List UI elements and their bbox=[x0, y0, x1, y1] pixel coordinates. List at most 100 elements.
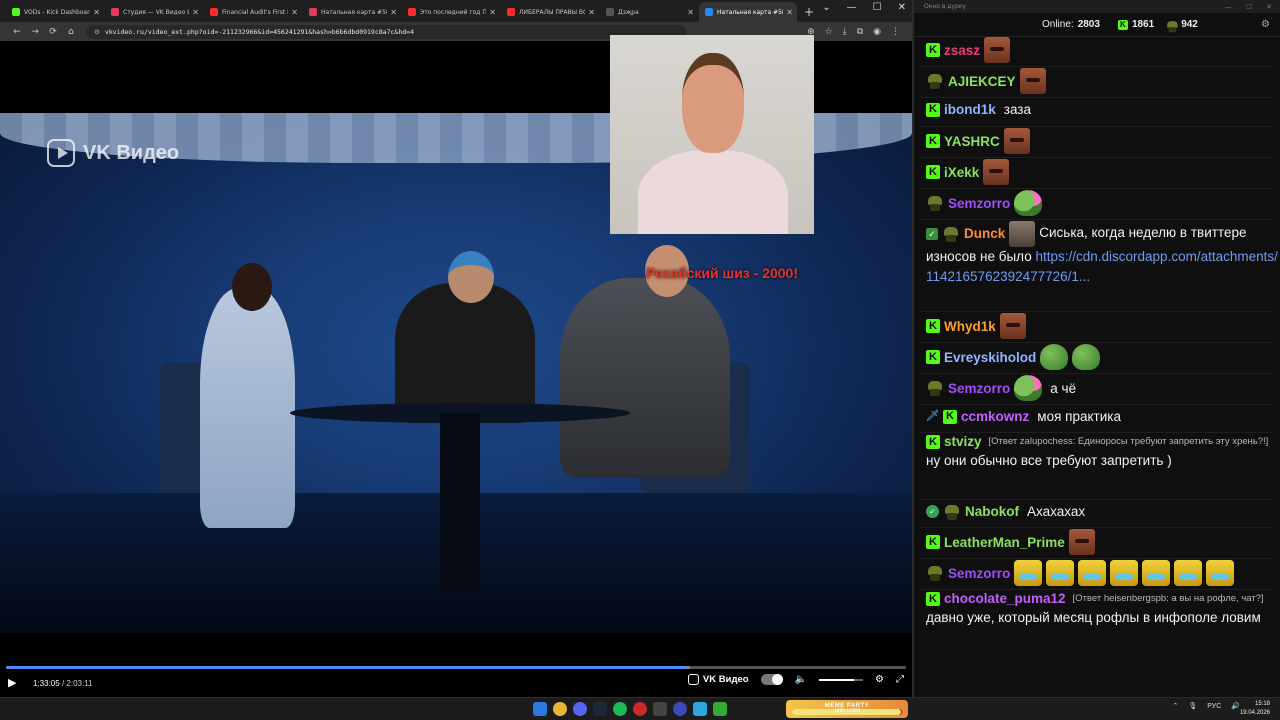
chat-username[interactable]: chocolate_puma12 bbox=[944, 591, 1066, 607]
host-center-head bbox=[448, 251, 494, 303]
browser-tab[interactable]: Студия — VK Видео Live✕ bbox=[105, 2, 203, 22]
verified-badge-icon: ✓ bbox=[926, 505, 939, 518]
forward-icon[interactable]: → bbox=[26, 27, 44, 37]
app2-icon[interactable] bbox=[713, 702, 727, 716]
webcam-body bbox=[638, 150, 788, 234]
browser-tab[interactable]: Дзҗра ✕ bbox=[600, 2, 698, 22]
steam-icon[interactable] bbox=[593, 702, 607, 716]
chat-divider bbox=[920, 499, 1274, 500]
fullscreen-icon[interactable]: ⤢ bbox=[896, 674, 904, 685]
chat-username[interactable]: Nabokof bbox=[965, 501, 1019, 522]
chat-reply-quote: [Ответ heisenbergspb: а вы на рофле, чат… bbox=[1072, 593, 1264, 604]
chat-username[interactable]: AJIEKCEY bbox=[948, 71, 1016, 92]
pepe-badge-icon bbox=[926, 564, 944, 582]
obs-icon[interactable] bbox=[653, 702, 667, 716]
close-icon[interactable]: ✕ bbox=[898, 2, 906, 13]
emote-laugh-icon bbox=[1014, 560, 1043, 586]
browser-tab[interactable]: Натальная карта #58 | ✕ bbox=[303, 2, 401, 22]
chat-username[interactable]: Semzorro bbox=[948, 193, 1010, 214]
chat-username[interactable]: YASHRC bbox=[944, 131, 1000, 152]
emote-man-icon bbox=[1009, 221, 1036, 247]
tab-title: Это последний год Пу bbox=[420, 8, 487, 16]
discord-icon[interactable] bbox=[573, 702, 587, 716]
chat-username[interactable]: Whyd1k bbox=[944, 316, 996, 337]
volume-slider[interactable] bbox=[819, 678, 864, 681]
chat-username[interactable]: Semzorro bbox=[948, 563, 1010, 584]
tray-chevron-icon[interactable]: ⌃ bbox=[1172, 702, 1178, 710]
app-icon[interactable] bbox=[633, 702, 647, 716]
address-bar[interactable]: ⚙ vkvideo.ru/video_ext.php?oid=-21123296… bbox=[86, 24, 686, 39]
tab-close-icon[interactable]: ✕ bbox=[93, 8, 100, 17]
chat-username[interactable]: stvizy bbox=[944, 434, 982, 450]
home-icon[interactable]: ⌂ bbox=[62, 27, 80, 37]
tab-search-icon[interactable]: ⌄ bbox=[822, 2, 830, 13]
tab-close-icon[interactable]: ✕ bbox=[390, 8, 397, 17]
moderator-sword-icon: 🗡 bbox=[925, 410, 940, 422]
extensions-icon[interactable]: ⧉ bbox=[857, 27, 863, 37]
language-indicator[interactable]: РУС bbox=[1207, 703, 1221, 710]
chat-username[interactable]: LeatherMan_Prime bbox=[944, 532, 1065, 553]
maximize-icon[interactable]: ☐ bbox=[1246, 3, 1252, 11]
browser-tab[interactable]: Financial Audit's First F ✕ bbox=[204, 2, 302, 22]
bookmark-star-icon[interactable]: ☆ bbox=[825, 27, 833, 37]
tab-close-icon[interactable]: ✕ bbox=[687, 8, 694, 17]
volume-icon[interactable]: 🔈 bbox=[795, 674, 807, 685]
vk-brand-label: VK Видео bbox=[702, 674, 749, 685]
minimize-icon[interactable]: — bbox=[847, 2, 857, 13]
progress-bar[interactable] bbox=[6, 666, 906, 669]
chat-username[interactable]: ibond1k bbox=[944, 99, 996, 120]
tab-close-icon[interactable]: ✕ bbox=[786, 8, 793, 17]
player-icon[interactable] bbox=[673, 702, 687, 716]
chrome-icon[interactable] bbox=[553, 702, 567, 716]
tab-close-icon[interactable]: ✕ bbox=[291, 8, 298, 17]
chat-username[interactable]: iXekk bbox=[944, 162, 979, 183]
play-icon[interactable]: ▶ bbox=[8, 676, 16, 689]
progress-fill bbox=[6, 666, 686, 669]
tab-close-icon[interactable]: ✕ bbox=[588, 8, 595, 17]
menu-icon[interactable]: ⋮ bbox=[891, 27, 900, 37]
chat-message: Kstvizy [Ответ zalupochess: Единоросы тре… bbox=[926, 434, 1278, 471]
maximize-icon[interactable]: ☐ bbox=[873, 2, 882, 13]
browser-tab[interactable]: Это последний год Пу ✕ bbox=[402, 2, 500, 22]
chat-message-header: Kstvizy [Ответ zalupochess: Единоросы тре… bbox=[926, 434, 1278, 450]
browser-tab[interactable]: Натальная карта #58 | ✕ bbox=[699, 2, 797, 22]
current-time: 1:33:05 bbox=[33, 679, 60, 688]
kick-badge-icon: K bbox=[926, 102, 940, 117]
start-menu-icon[interactable] bbox=[533, 702, 547, 716]
new-tab-button[interactable]: + bbox=[804, 2, 814, 22]
chat-message: K Evreyskiholod bbox=[926, 344, 1278, 370]
telegram-icon[interactable] bbox=[693, 702, 707, 716]
mic-icon[interactable]: 🎙 bbox=[1188, 702, 1197, 710]
chat-username[interactable]: zsasz bbox=[944, 40, 980, 61]
download-icon[interactable]: ⤓ bbox=[843, 27, 847, 37]
minimize-icon[interactable]: — bbox=[1225, 3, 1232, 11]
tab-close-icon[interactable]: ✕ bbox=[192, 8, 199, 17]
spotify-icon[interactable] bbox=[613, 702, 627, 716]
profile-icon[interactable]: ◉ bbox=[873, 27, 881, 37]
autoplay-toggle[interactable] bbox=[760, 674, 783, 685]
back-icon[interactable]: ← bbox=[8, 27, 26, 37]
emote-frog-icon bbox=[1014, 375, 1043, 401]
speaker-icon[interactable]: 🔊 bbox=[1231, 702, 1240, 710]
browser-tab[interactable]: ЛИБЕРАЛЫ ПРАВЫ ВС ✕ bbox=[501, 2, 599, 22]
host-center bbox=[395, 283, 535, 423]
vk-video-link[interactable]: VK Видео bbox=[687, 674, 749, 685]
close-icon[interactable]: ✕ bbox=[1266, 3, 1272, 11]
browser-tab[interactable]: VODs - Kick Dashboard ✕ bbox=[6, 2, 104, 22]
pepe-badge-icon bbox=[926, 379, 944, 397]
chat-username[interactable]: ccmkownz bbox=[961, 406, 1029, 427]
chat-settings-icon[interactable]: ⚙ bbox=[1261, 19, 1270, 30]
chat-message-header: Kibond1k заза bbox=[926, 99, 1278, 120]
verified-badge-icon: ✓ bbox=[926, 228, 938, 240]
vk-logo-icon bbox=[47, 139, 75, 167]
site-info-icon[interactable]: ⚙ bbox=[94, 28, 100, 36]
clock[interactable]: 15:18 19.04.2026 bbox=[1240, 700, 1270, 718]
tab-close-icon[interactable]: ✕ bbox=[489, 8, 496, 17]
chat-message-header: ✓ Nabokof Ахахахах bbox=[926, 501, 1278, 522]
chat-username[interactable]: Evreyskiholod bbox=[944, 347, 1036, 368]
chat-username[interactable]: Dunck bbox=[964, 224, 1005, 244]
chat-username[interactable]: Semzorro bbox=[948, 378, 1010, 399]
reload-icon[interactable]: ⟳ bbox=[44, 27, 62, 37]
settings-gear-icon[interactable]: ⚙ bbox=[875, 674, 884, 685]
tab-title: Financial Audit's First F bbox=[222, 8, 289, 16]
